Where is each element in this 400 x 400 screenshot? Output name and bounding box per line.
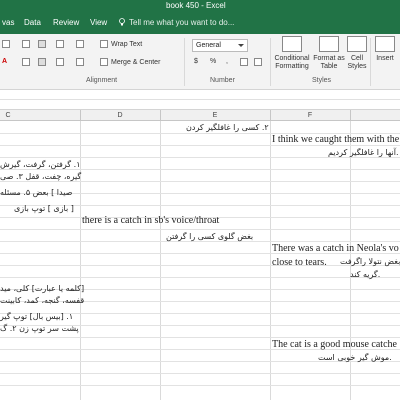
format-as-table-label: Format as Table	[313, 55, 345, 70]
cell-text[interactable]: I think we caught them with the	[272, 134, 399, 146]
insert-icon	[375, 36, 395, 52]
cell-text[interactable]: بغض نتولا راگرفت	[340, 256, 400, 268]
conditional-formatting-label: Conditional Formatting	[274, 55, 310, 70]
insert-label: Insert	[376, 55, 394, 62]
merge-center-label: Merge & Center	[111, 58, 161, 66]
grid-row-line	[0, 385, 400, 386]
font-color-icon[interactable]: A	[2, 58, 7, 65]
currency-label: $	[194, 58, 198, 65]
grid-column-line	[270, 121, 271, 400]
tell-me-box[interactable]: Tell me what you want to do...	[118, 12, 234, 34]
cell-text[interactable]: پشت سر توپ زن ۲. گ	[0, 323, 79, 335]
cell-text[interactable]: .گریه کند	[350, 269, 380, 281]
align-left-icon[interactable]	[2, 40, 10, 48]
increase-decimal-icon[interactable]	[240, 58, 248, 66]
column-headers: C D E F	[0, 110, 400, 121]
orientation-icon[interactable]	[76, 40, 84, 48]
group-label-number: Number	[210, 77, 235, 84]
group-separator	[184, 38, 185, 86]
align-bottom-icon[interactable]	[56, 40, 64, 48]
wrap-text-label: Wrap Text	[111, 40, 143, 48]
number-format-value: General	[196, 42, 221, 49]
cell-text[interactable]: [ بازی ] توپ بازی	[14, 203, 74, 215]
cell-text[interactable]: ۱. گرفتن، گرفت، گیرش	[0, 159, 81, 171]
cell-text[interactable]: .موش گیر خوبی است	[318, 352, 392, 364]
merge-icon	[100, 58, 108, 66]
cell-styles-label: Cell Styles	[347, 55, 367, 70]
align-middle-icon[interactable]	[38, 40, 46, 48]
grid-row-line	[0, 337, 400, 338]
wrap-text-icon	[100, 40, 108, 48]
comma-button[interactable]: ,	[226, 58, 228, 65]
grid-row-line	[0, 277, 400, 278]
tab-data[interactable]: Data	[24, 12, 41, 34]
cell-text[interactable]: close to tears.	[272, 257, 327, 269]
group-label-styles: Styles	[312, 77, 332, 84]
cell-text[interactable]: صیدا ] بعض ۵. مسئله	[0, 187, 72, 199]
ribbon: Wrap Text Merge & Center A Alignment Gen…	[0, 34, 400, 90]
lightbulb-icon	[119, 18, 125, 26]
grid-row-line	[0, 373, 400, 374]
tab-review[interactable]: Review	[53, 12, 79, 34]
number-format-dropdown[interactable]: General	[192, 39, 248, 52]
group-label-alignment: Alignment	[86, 77, 118, 84]
title-bar: book 450 - Excel	[0, 0, 400, 12]
align-top-icon[interactable]	[22, 40, 30, 48]
column-header-e[interactable]: E	[160, 110, 270, 121]
group-separator	[270, 38, 271, 86]
tell-me-placeholder: Tell me what you want to do...	[129, 18, 235, 27]
percent-button[interactable]: %	[210, 58, 216, 65]
decrease-decimal-icon[interactable]	[254, 58, 262, 66]
decrease-indent-icon[interactable]	[76, 58, 84, 66]
cell-text[interactable]: [کلمه یا عبارت] کلی، مید	[0, 283, 84, 295]
table-icon	[319, 36, 339, 52]
cell-text[interactable]: There was a catch in Neola's vo	[272, 243, 399, 255]
chevron-down-icon	[238, 44, 244, 47]
cell-text[interactable]: گیره، چفت، قفل ۳. صی	[0, 171, 81, 183]
merge-center-button[interactable]: Merge & Center	[100, 58, 160, 66]
column-header-d[interactable]: D	[80, 110, 160, 121]
cell-text[interactable]: there is a catch in sb's voice/throat	[82, 215, 219, 227]
percent-label: %	[210, 58, 217, 65]
align-text-left-icon[interactable]	[22, 58, 30, 66]
cell-styles-icon	[347, 36, 367, 52]
cell-text[interactable]: ۲. کسی را غافلگیر کردن	[186, 122, 269, 134]
column-header-f[interactable]: F	[270, 110, 350, 121]
spreadsheet-grid[interactable]: ۲. کسی را غافلگیر کردن I think we caught…	[0, 121, 400, 400]
group-separator	[370, 38, 371, 86]
grid-row-line	[0, 229, 400, 230]
ribbon-tabs: vas Data Review View Tell me what you wa…	[0, 12, 400, 34]
wrap-text-button[interactable]: Wrap Text	[100, 40, 142, 48]
insert-button[interactable]: Insert	[374, 36, 396, 63]
grid-column-line	[160, 121, 161, 400]
cell-text[interactable]: .آنها را غافلگیر کردیم	[328, 147, 399, 159]
cell-text[interactable]: بغض گلوی کسی را گرفتن	[166, 231, 253, 243]
column-divider[interactable]	[350, 110, 351, 121]
currency-button[interactable]: $	[194, 58, 198, 65]
formula-bar-divider	[0, 99, 400, 100]
conditional-formatting-button[interactable]: Conditional Formatting	[272, 36, 312, 71]
center-icon[interactable]	[38, 58, 46, 66]
cell-text[interactable]: The cat is a good mouse catche	[272, 339, 397, 351]
cell-styles-button[interactable]: Cell Styles	[346, 36, 368, 71]
formula-bar[interactable]	[0, 90, 400, 110]
conditional-formatting-icon	[282, 36, 302, 52]
column-header-c[interactable]: C	[0, 110, 16, 121]
cell-text[interactable]: قفسه، گنجه، کمد، کابینت	[0, 295, 84, 307]
comma-label: ,	[226, 58, 228, 65]
format-as-table-button[interactable]: Format as Table	[312, 36, 346, 71]
cell-text[interactable]: ۱. [بیس بال] توپ گیر	[0, 311, 73, 323]
tab-formulas[interactable]: vas	[2, 12, 14, 34]
align-text-right-icon[interactable]	[56, 58, 64, 66]
tab-view[interactable]: View	[90, 12, 107, 34]
window-title: book 450 - Excel	[166, 1, 226, 10]
